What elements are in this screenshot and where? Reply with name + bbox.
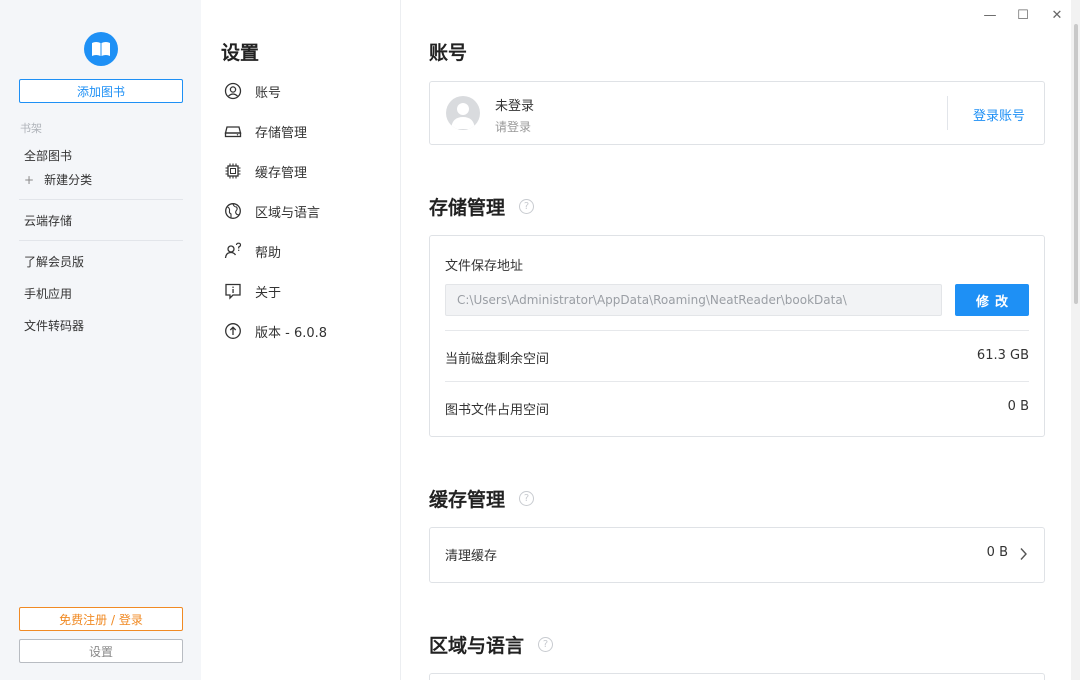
nav-item-account[interactable]: 账号 — [223, 81, 281, 101]
account-section-title: 账号 — [429, 38, 467, 65]
all-books-link[interactable]: 全部图书 — [24, 147, 72, 164]
nav-item-cache[interactable]: 缓存管理 — [223, 161, 307, 181]
save-path-field: C:\Users\Administrator\AppData\Roaming\N… — [445, 284, 942, 316]
cache-section-title: 缓存管理 ? — [429, 485, 535, 512]
nav-item-label: 账号 — [255, 85, 282, 101]
nav-item-label: 关于 — [255, 285, 282, 301]
divider — [947, 96, 948, 130]
nav-item-label: 版本 - 6.0.8 — [255, 325, 328, 341]
divider — [19, 199, 183, 200]
settings-nav: 设置 账号 存储管理 缓存管理 区域与语言 帮助 关于 版本 - 6.0.8 — [201, 0, 401, 680]
books-used-value: 0 B — [1007, 399, 1029, 414]
disk-free-label: 当前磁盘剩余空间 — [445, 352, 550, 367]
membership-link[interactable]: 了解会员版 — [24, 253, 84, 270]
cache-card[interactable]: 清理缓存 0 B — [429, 527, 1045, 583]
minimize-icon[interactable]: — — [981, 6, 999, 24]
region-section-title: 区域与语言 ? — [429, 631, 554, 658]
new-category-label: 新建分类 — [44, 173, 93, 187]
question-mark-icon[interactable]: ? — [519, 491, 535, 506]
cache-size-value: 0 B — [986, 545, 1008, 560]
region-title-text: 区域与语言 — [429, 635, 525, 657]
nav-item-region[interactable]: 区域与语言 — [223, 201, 320, 221]
divider — [445, 381, 1029, 382]
help-user-icon — [223, 241, 243, 261]
account-card: 未登录 请登录 登录账号 — [429, 81, 1045, 145]
settings-button[interactable]: 设置 — [19, 639, 183, 663]
scrollbar-thumb[interactable] — [1074, 24, 1078, 304]
account-title-text: 账号 — [429, 42, 468, 64]
close-icon[interactable]: ✕ — [1048, 6, 1066, 24]
settings-content: 账号 未登录 请登录 登录账号 存储管理 ? 文件保存地址 C:\Users\A… — [401, 0, 1071, 680]
clear-cache-label: 清理缓存 — [445, 549, 498, 564]
nav-item-label: 存储管理 — [255, 125, 308, 141]
storage-section-title: 存储管理 ? — [429, 193, 535, 220]
nav-item-help[interactable]: 帮助 — [223, 241, 281, 261]
chip-icon — [223, 161, 243, 181]
chevron-right-icon[interactable] — [1019, 547, 1028, 565]
storage-icon — [223, 121, 243, 141]
modify-path-button[interactable]: 修改 — [955, 284, 1029, 316]
nav-item-about[interactable]: 关于 — [223, 281, 281, 301]
register-login-button[interactable]: 免费注册 / 登录 — [19, 607, 183, 631]
nav-item-label: 帮助 — [255, 245, 282, 261]
upgrade-icon — [223, 321, 243, 341]
nav-item-version[interactable]: 版本 - 6.0.8 — [223, 321, 327, 341]
divider — [19, 240, 183, 241]
maximize-icon[interactable]: ☐ — [1014, 6, 1032, 24]
library-sidebar: 添加图书 书架 全部图书 + 新建分类 云端存储 了解会员版 手机应用 文件转码器… — [0, 0, 201, 680]
save-path-label: 文件保存地址 — [445, 259, 524, 274]
account-name: 未登录 — [495, 99, 535, 114]
storage-title-text: 存储管理 — [429, 197, 506, 219]
settings-title: 设置 — [221, 42, 260, 64]
account-status: 请登录 — [495, 120, 532, 134]
region-card — [429, 673, 1045, 680]
plus-icon: + — [24, 173, 35, 187]
login-account-link[interactable]: 登录账号 — [973, 105, 1025, 124]
account-icon — [223, 81, 243, 101]
file-converter-link[interactable]: 文件转码器 — [24, 317, 84, 334]
avatar — [446, 96, 480, 130]
storage-card: 文件保存地址 C:\Users\Administrator\AppData\Ro… — [429, 235, 1045, 437]
question-mark-icon[interactable]: ? — [538, 637, 554, 652]
divider — [445, 330, 1029, 331]
new-category-link[interactable]: + 新建分类 — [24, 171, 92, 188]
disk-free-value: 61.3 GB — [976, 348, 1029, 363]
cache-title-text: 缓存管理 — [429, 489, 506, 511]
mobile-app-link[interactable]: 手机应用 — [24, 285, 72, 302]
books-used-label: 图书文件占用空间 — [445, 403, 550, 418]
cloud-storage-link[interactable]: 云端存储 — [24, 212, 72, 229]
add-book-button[interactable]: 添加图书 — [19, 79, 183, 103]
shelf-heading: 书架 — [20, 122, 42, 135]
app-logo-book-icon — [84, 32, 118, 66]
nav-item-storage[interactable]: 存储管理 — [223, 121, 307, 141]
globe-icon — [223, 201, 243, 221]
nav-item-label: 区域与语言 — [255, 205, 321, 221]
info-icon — [223, 281, 243, 301]
question-mark-icon[interactable]: ? — [519, 199, 535, 214]
nav-item-label: 缓存管理 — [255, 165, 308, 181]
